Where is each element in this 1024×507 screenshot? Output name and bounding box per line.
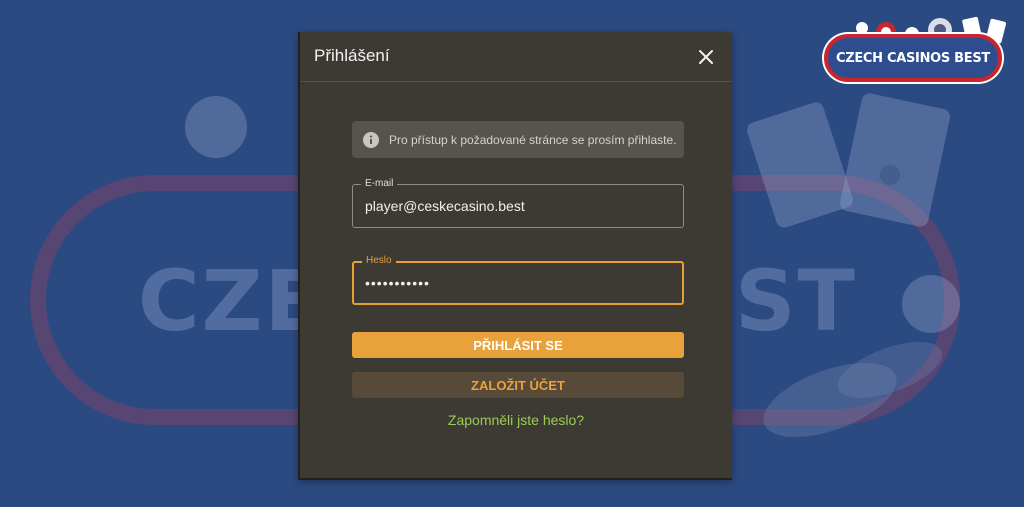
register-button[interactable]: ZALOŽIT ÚČET — [352, 372, 684, 398]
logo-badge: CZECH CASINOS BEST — [824, 34, 1002, 82]
password-input[interactable] — [365, 263, 665, 303]
login-modal: Přihlášení Pro přístup k požadované strá… — [298, 32, 732, 480]
alert-text: Pro přístup k požadované stránce se pros… — [389, 132, 677, 147]
background-watermark-right: ST — [735, 252, 857, 350]
info-icon — [363, 131, 379, 148]
modal-header: Přihlášení — [300, 32, 732, 82]
logo-text: CZECH CASINOS BEST — [835, 50, 991, 66]
login-button[interactable]: PŘIHLÁSIT SE — [352, 332, 684, 358]
modal-title: Přihlášení — [314, 46, 390, 65]
close-button[interactable] — [694, 45, 718, 69]
dice-icon — [185, 96, 247, 158]
info-alert: Pro přístup k požadované stránce se pros… — [352, 121, 684, 158]
dice-icon — [902, 275, 960, 333]
email-field: E-mail — [352, 178, 684, 228]
close-icon — [699, 50, 713, 64]
playing-cards-icon — [747, 93, 951, 228]
email-input[interactable] — [365, 185, 665, 227]
password-field: Heslo — [352, 255, 684, 305]
forgot-password-link[interactable]: Zapomněli jste heslo? — [300, 412, 732, 428]
site-logo[interactable]: CZECH CASINOS BEST — [820, 16, 1016, 88]
